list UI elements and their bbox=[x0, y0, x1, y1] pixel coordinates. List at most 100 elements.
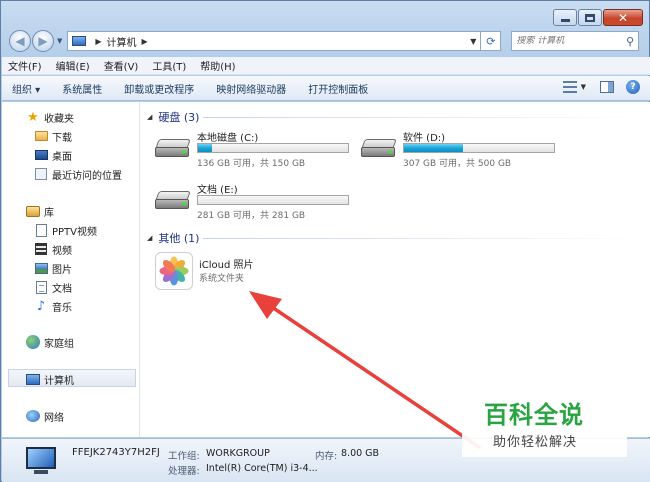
photos-flower-icon bbox=[155, 252, 193, 290]
workgroup-value: WORKGROUP bbox=[206, 448, 270, 459]
item-type: 系统文件夹 bbox=[199, 274, 245, 284]
breadcrumb-chevron-icon[interactable]: ▶ bbox=[142, 37, 148, 46]
drive-space-info: 136 GB 可用，共 150 GB bbox=[197, 159, 306, 169]
collapse-triangle-icon[interactable]: ◢ bbox=[147, 234, 152, 242]
minimize-icon bbox=[560, 19, 570, 22]
memory-value: 8.00 GB bbox=[341, 448, 380, 459]
menu-view[interactable]: 查看(V) bbox=[104, 58, 139, 73]
sidebar-item-label: 文档 bbox=[52, 283, 72, 295]
close-button[interactable]: ✕ bbox=[603, 9, 643, 26]
sidebar-item-downloads[interactable]: 下载 bbox=[34, 128, 72, 144]
drive-item-c[interactable]: 本地磁盘 (C:) 136 GB 可用，共 150 GB bbox=[155, 129, 375, 169]
search-icon[interactable]: ⚲ bbox=[626, 35, 634, 48]
sidebar-item-videos[interactable]: 视频 bbox=[34, 241, 72, 257]
preview-pane-icon[interactable] bbox=[600, 81, 614, 93]
downloads-folder-icon bbox=[34, 129, 48, 143]
change-view-icon[interactable] bbox=[562, 81, 577, 93]
drive-space-info: 307 GB 可用，共 500 GB bbox=[403, 159, 512, 169]
computer-icon bbox=[72, 36, 87, 46]
hard-disk-icon bbox=[361, 139, 397, 159]
menu-edit[interactable]: 编辑(E) bbox=[56, 58, 90, 73]
drive-item-e[interactable]: 文档 (E:) 281 GB 可用，共 281 GB bbox=[155, 181, 375, 221]
menu-bar: 文件(F) 编辑(E) 查看(V) 工具(T) 帮助(H) bbox=[2, 57, 650, 75]
cpu-label: 处理器: bbox=[168, 466, 200, 477]
sidebar-item-label: 视频 bbox=[52, 245, 72, 257]
group-header-hard-drives[interactable]: ◢ 硬盘 (3) bbox=[147, 109, 199, 125]
drive-item-d[interactable]: 软件 (D:) 307 GB 可用，共 500 GB bbox=[361, 129, 581, 169]
item-name: iCloud 照片 bbox=[199, 260, 254, 271]
group-divider bbox=[203, 238, 643, 239]
map-network-drive-button[interactable]: 映射网络驱动器 bbox=[216, 81, 286, 96]
back-button[interactable]: ◀ bbox=[9, 30, 31, 52]
explorer-window: ✕ ◀ ▶ ▼ ▶ 计算机 ▶ ▼ ⟳ ⚲ 文件(F) 编辑(E) 查看(V) … bbox=[0, 0, 650, 482]
workgroup-label: 工作组: bbox=[168, 451, 200, 462]
caption-buttons: ✕ bbox=[552, 9, 643, 26]
drive-usage-bar bbox=[403, 143, 555, 153]
refresh-icon: ⟳ bbox=[486, 34, 496, 48]
forward-button[interactable]: ▶ bbox=[32, 30, 54, 52]
homegroup-icon bbox=[26, 335, 40, 349]
sidebar-item-desktop[interactable]: 桌面 bbox=[34, 147, 72, 163]
watermark-subtitle: 助你轻松解决 bbox=[493, 435, 578, 450]
sidebar-item-label: 库 bbox=[44, 207, 54, 219]
sidebar-item-label: 音乐 bbox=[52, 302, 72, 314]
sidebar-item-homegroup[interactable]: 家庭组 bbox=[26, 334, 74, 350]
sidebar-item-label: 下载 bbox=[52, 132, 72, 144]
address-bar[interactable]: ▶ 计算机 ▶ ▼ bbox=[67, 31, 482, 51]
sidebar-item-label: PPTV视频 bbox=[52, 226, 98, 238]
sidebar-item-favorites[interactable]: ★ 收藏夹 bbox=[26, 109, 74, 125]
minimize-button[interactable] bbox=[553, 9, 577, 26]
music-note-icon: ♪ bbox=[36, 298, 46, 314]
command-bar: 组织 ▾ 系统属性 卸载或更改程序 映射网络驱动器 打开控制面板 ▼ ? bbox=[2, 76, 650, 101]
libraries-icon bbox=[26, 204, 40, 218]
open-control-panel-button[interactable]: 打开控制面板 bbox=[308, 81, 368, 96]
sidebar-item-pptv-video[interactable]: PPTV视频 bbox=[34, 222, 97, 238]
sidebar-item-label: 收藏夹 bbox=[44, 113, 74, 125]
sidebar-item-recent-places[interactable]: 最近访问的位置 bbox=[34, 166, 122, 182]
search-input[interactable] bbox=[516, 36, 617, 46]
collapse-triangle-icon[interactable]: ◢ bbox=[147, 113, 152, 121]
view-dropdown-icon[interactable]: ▼ bbox=[581, 83, 586, 91]
hard-disk-icon bbox=[155, 191, 191, 211]
organize-button[interactable]: 组织 ▾ bbox=[12, 81, 40, 96]
drive-space-info: 281 GB 可用，共 281 GB bbox=[197, 211, 306, 221]
memory-label: 内存: bbox=[315, 451, 338, 462]
uninstall-program-button[interactable]: 卸载或更改程序 bbox=[124, 81, 194, 96]
sidebar-item-documents[interactable]: 文档 bbox=[34, 279, 72, 295]
refresh-button[interactable]: ⟳ bbox=[481, 31, 502, 51]
drive-usage-bar bbox=[197, 143, 349, 153]
menu-file[interactable]: 文件(F) bbox=[8, 58, 42, 73]
sidebar-item-computer[interactable]: 计算机 bbox=[26, 371, 74, 387]
computer-icon bbox=[26, 372, 40, 386]
toolbar-right: ▼ ? bbox=[562, 80, 640, 94]
system-properties-button[interactable]: 系统属性 bbox=[62, 81, 102, 96]
sidebar-item-music[interactable]: ♪ 音乐 bbox=[34, 298, 72, 314]
breadcrumb-chevron-icon[interactable]: ▶ bbox=[95, 37, 101, 46]
search-box[interactable]: ⚲ bbox=[511, 31, 640, 51]
breadcrumb-computer[interactable]: 计算机 bbox=[107, 34, 137, 49]
pptv-document-icon bbox=[34, 223, 48, 237]
drive-name: 文档 (E:) bbox=[197, 185, 238, 196]
sidebar-item-pictures[interactable]: 图片 bbox=[34, 260, 72, 276]
back-arrow-icon: ◀ bbox=[15, 34, 25, 48]
recent-pages-dropdown[interactable]: ▼ bbox=[57, 37, 62, 45]
drive-name: 软件 (D:) bbox=[403, 133, 446, 144]
star-icon: ★ bbox=[27, 109, 39, 125]
menu-tools[interactable]: 工具(T) bbox=[152, 58, 186, 73]
menu-help[interactable]: 帮助(H) bbox=[200, 58, 235, 73]
sidebar-item-libraries[interactable]: 库 bbox=[26, 203, 54, 219]
navigation-pane: ★ 收藏夹 下载 桌面 最近访问的位置 库 PPTV视频 视频 图片 文档 ♪ … bbox=[2, 102, 140, 437]
hard-disk-icon bbox=[155, 139, 191, 159]
sidebar-item-network[interactable]: 网络 bbox=[26, 408, 64, 424]
film-icon bbox=[34, 242, 48, 256]
address-dropdown-icon[interactable]: ▼ bbox=[470, 37, 476, 46]
sidebar-item-label: 图片 bbox=[52, 264, 72, 276]
drive-usage-bar bbox=[197, 195, 349, 205]
help-icon[interactable]: ? bbox=[626, 80, 640, 94]
group-header-other[interactable]: ◢ 其他 (1) bbox=[147, 230, 199, 246]
recent-places-icon bbox=[34, 167, 48, 181]
drive-name: 本地磁盘 (C:) bbox=[197, 133, 259, 144]
sidebar-item-label: 家庭组 bbox=[44, 338, 74, 350]
maximize-button[interactable] bbox=[578, 9, 602, 26]
sidebar-item-label: 桌面 bbox=[52, 151, 72, 163]
